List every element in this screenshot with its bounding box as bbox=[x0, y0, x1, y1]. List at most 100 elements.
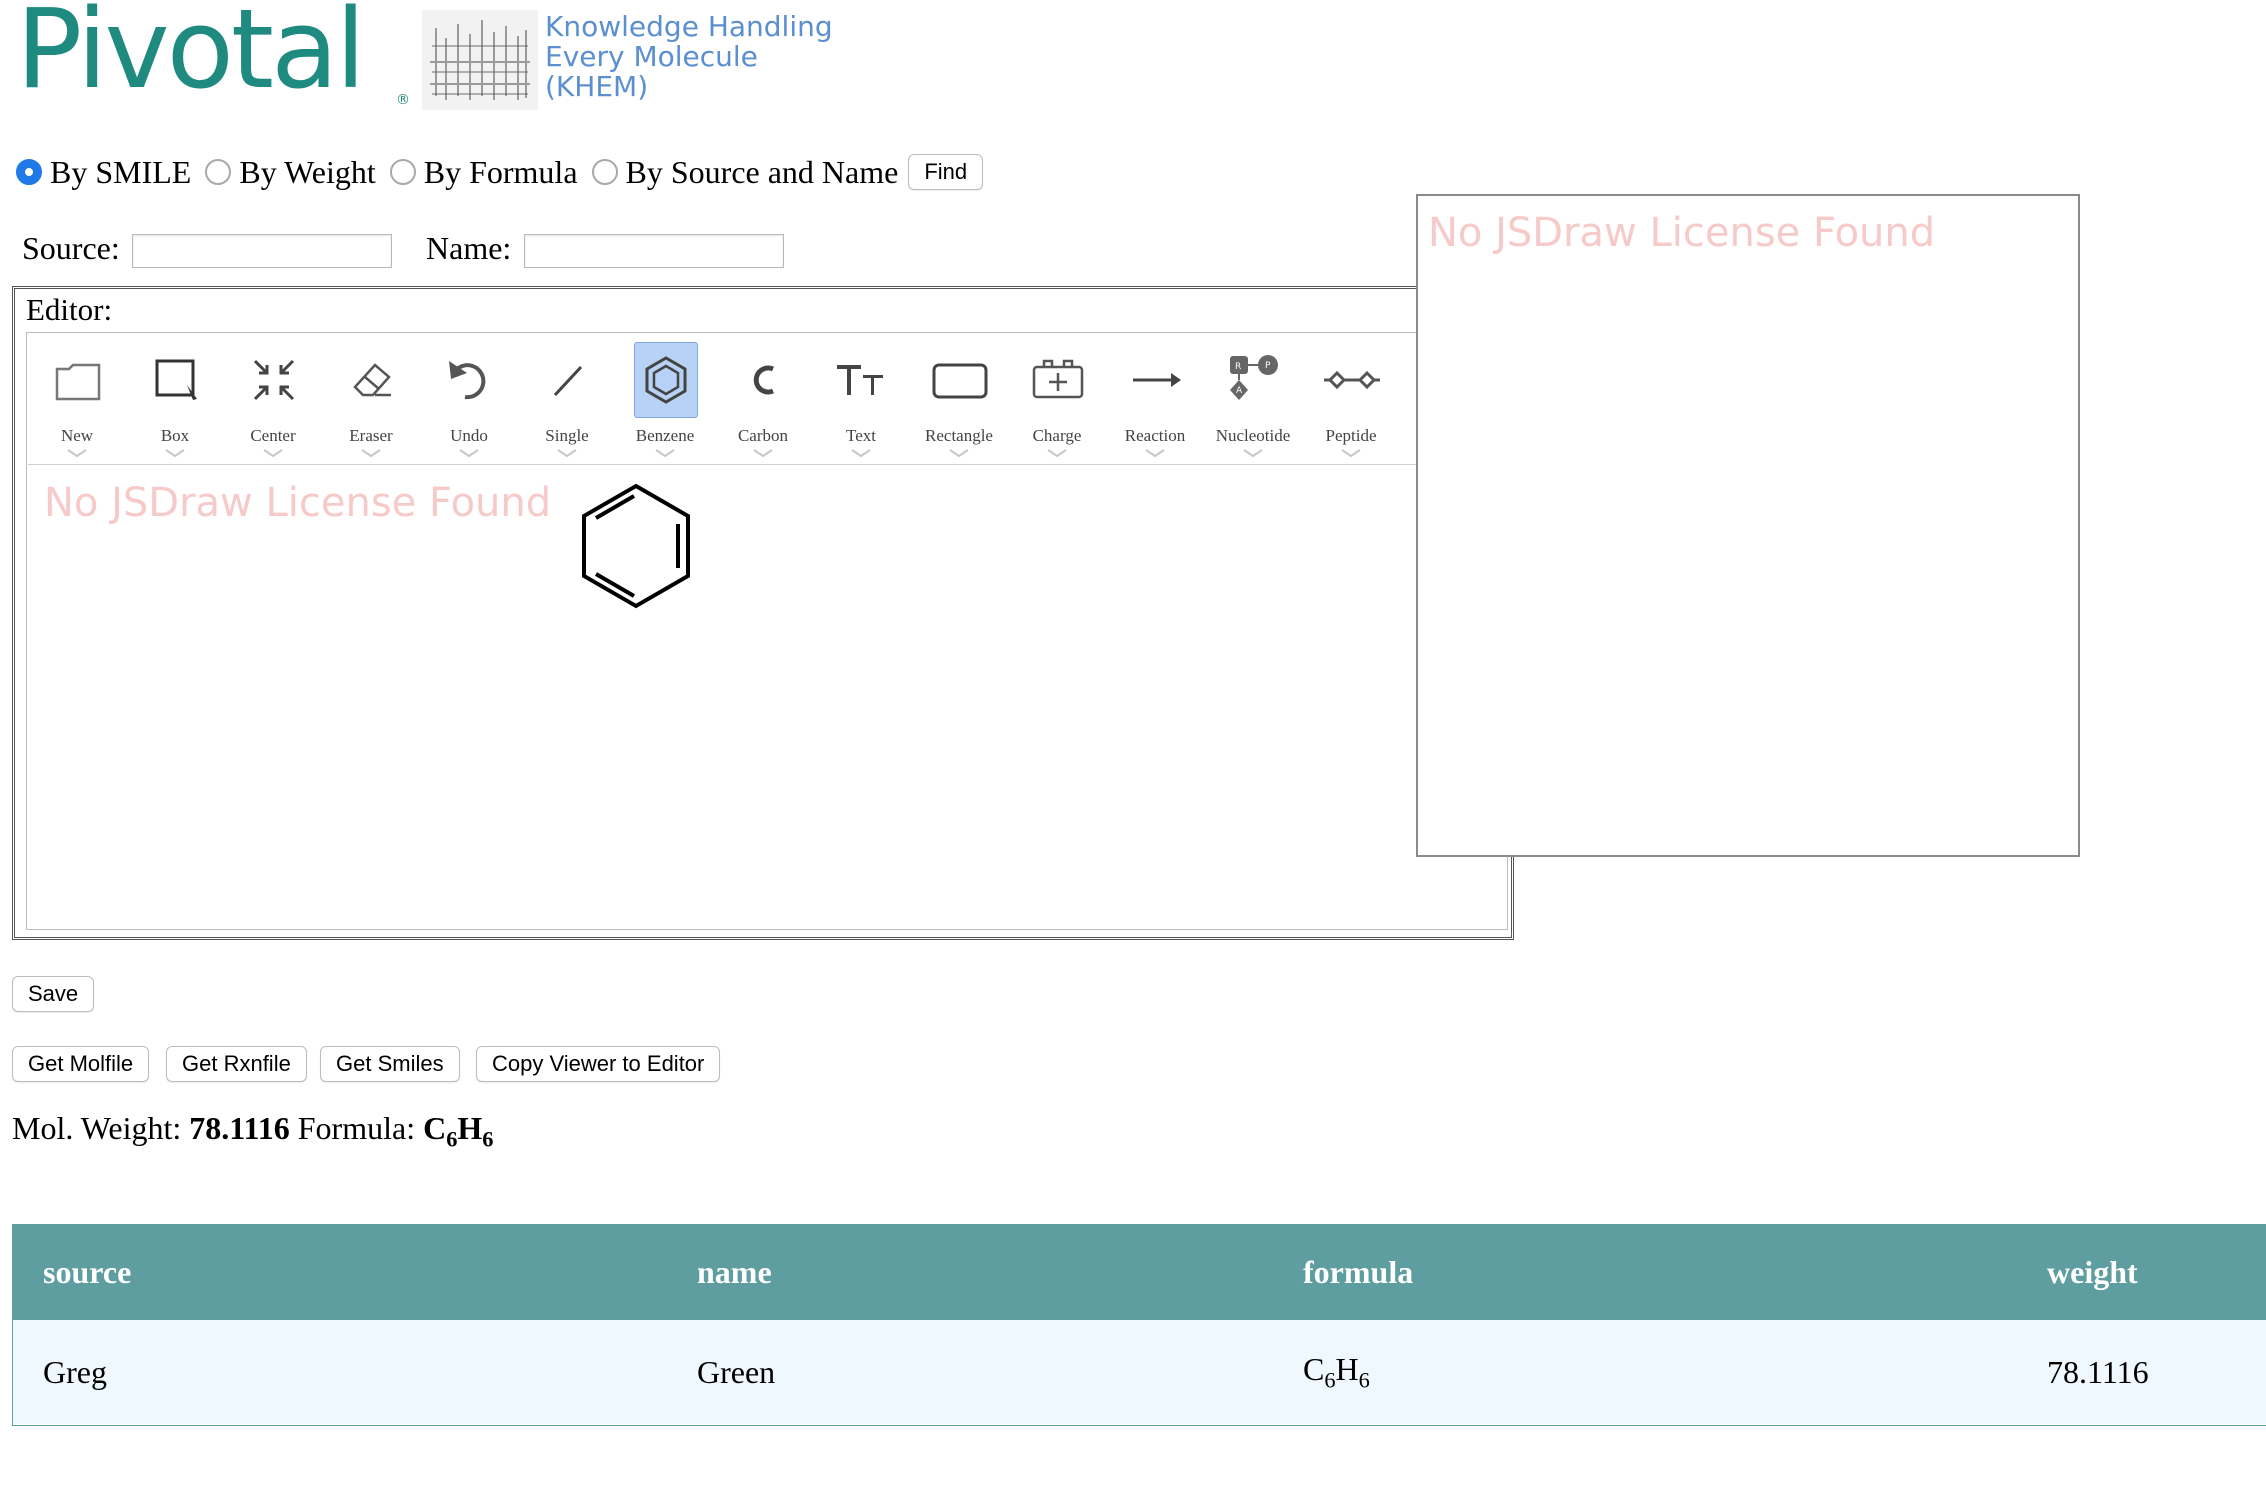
radio-by-smile[interactable] bbox=[16, 159, 42, 185]
name-label: Name: bbox=[426, 230, 512, 266]
box-select-icon bbox=[155, 359, 197, 400]
get-rxnfile-button[interactable]: Get Rxnfile bbox=[166, 1046, 307, 1082]
chevron-down-icon bbox=[949, 449, 969, 458]
tool-label: New bbox=[60, 426, 94, 445]
copy-viewer-to-editor-button[interactable]: Copy Viewer to Editor bbox=[476, 1046, 721, 1082]
svg-text:A: A bbox=[1236, 386, 1243, 396]
tool-eraser[interactable]: Eraser bbox=[322, 336, 420, 464]
svg-text:P: P bbox=[1265, 361, 1271, 371]
column-header-source[interactable]: source bbox=[43, 1224, 131, 1320]
radio-label-by-formula[interactable]: By Formula bbox=[424, 154, 578, 191]
editor-toolbar: New Box Center Eraser Undo Single Benzen… bbox=[28, 336, 1458, 465]
chevron-down-icon bbox=[459, 449, 479, 458]
tool-label: Charge bbox=[1032, 426, 1082, 445]
svg-text:R: R bbox=[1235, 362, 1241, 372]
radio-by-formula[interactable] bbox=[389, 159, 416, 185]
tool-label: Carbon bbox=[737, 426, 789, 445]
cell-weight: 78.1116 bbox=[2047, 1353, 2149, 1390]
chevron-down-icon bbox=[67, 449, 87, 458]
single-bond-icon bbox=[553, 365, 583, 397]
tool-undo[interactable]: Undo bbox=[420, 336, 518, 464]
radio-label-by-smile[interactable]: By SMILE bbox=[50, 154, 191, 191]
cell-name: Green bbox=[697, 1353, 776, 1390]
radio-by-source-and-name[interactable] bbox=[591, 159, 618, 185]
tool-label: Benzene bbox=[635, 426, 695, 445]
pivotal-logo: Pivotal bbox=[16, 0, 366, 113]
benzene-icon bbox=[645, 356, 687, 404]
text-icon bbox=[837, 365, 883, 395]
get-smiles-button[interactable]: Get Smiles bbox=[320, 1046, 460, 1082]
tool-label: Center bbox=[250, 426, 296, 445]
tool-single[interactable]: Single bbox=[518, 336, 616, 464]
chevron-down-icon bbox=[165, 449, 185, 458]
chevron-down-icon bbox=[1341, 449, 1361, 458]
tool-label: Box bbox=[160, 426, 190, 445]
table-header: source name formula weight bbox=[13, 1224, 2266, 1320]
tool-label: Eraser bbox=[349, 426, 393, 445]
source-input[interactable] bbox=[132, 234, 392, 268]
tool-label: Reaction bbox=[1124, 426, 1186, 445]
column-header-formula[interactable]: formula bbox=[1303, 1224, 1413, 1320]
khem-tagline: Knowledge Handling Every Molecule (KHEM) bbox=[545, 12, 833, 102]
center-icon bbox=[253, 359, 295, 401]
new-icon bbox=[55, 363, 101, 401]
chevron-down-icon bbox=[361, 449, 381, 458]
table-row[interactable]: Greg Green C6H6 78.1116 bbox=[13, 1320, 2266, 1424]
tool-peptide[interactable]: Peptide bbox=[1302, 336, 1400, 464]
editor-title: Editor: bbox=[26, 292, 113, 327]
name-input[interactable] bbox=[524, 234, 784, 268]
find-button[interactable]: Find bbox=[908, 154, 984, 190]
reaction-arrow-icon bbox=[1133, 373, 1181, 387]
khem-line-1: Knowledge Handling bbox=[545, 10, 833, 43]
chevron-down-icon bbox=[753, 449, 773, 458]
source-label: Source: bbox=[22, 230, 120, 266]
chevron-down-icon bbox=[655, 449, 675, 458]
mol-weight-value: 78.1116 bbox=[189, 1110, 290, 1146]
radio-label-by-source-and-name[interactable]: By Source and Name bbox=[626, 154, 899, 191]
undo-icon bbox=[449, 361, 486, 400]
chevron-down-icon bbox=[557, 449, 577, 458]
cell-formula: C6H6 bbox=[1303, 1350, 1370, 1393]
search-mode-row: By SMILE By Weight By Formula By Source … bbox=[12, 150, 984, 194]
registered-mark: ® bbox=[396, 92, 410, 108]
cell-source: Greg bbox=[43, 1353, 107, 1390]
khem-line-2: Every Molecule bbox=[545, 40, 758, 73]
tool-text[interactable]: Text bbox=[812, 336, 910, 464]
khem-line-3: (KHEM) bbox=[545, 70, 649, 103]
tool-box[interactable]: Box bbox=[126, 336, 224, 464]
eraser-icon bbox=[353, 363, 391, 397]
tool-nucleotide[interactable]: R P A Nucleotide bbox=[1204, 336, 1302, 464]
tool-center[interactable]: Center bbox=[224, 336, 322, 464]
radio-label-by-weight[interactable]: By Weight bbox=[239, 154, 375, 191]
column-header-weight[interactable]: weight bbox=[2047, 1224, 2138, 1320]
molecule-summary: Mol. Weight: 78.1116 Formula: C6H6 bbox=[12, 1110, 493, 1152]
tool-label: Peptide bbox=[1325, 426, 1377, 445]
tool-reaction[interactable]: Reaction bbox=[1106, 336, 1204, 464]
test-tubes-logo-icon bbox=[422, 10, 538, 110]
column-header-name[interactable]: name bbox=[697, 1224, 772, 1320]
tool-label: Rectangle bbox=[925, 426, 993, 445]
tool-label: Text bbox=[846, 426, 876, 445]
tool-benzene[interactable]: Benzene bbox=[616, 336, 714, 464]
chevron-down-icon bbox=[1047, 449, 1067, 458]
formula-value: C6H6 bbox=[423, 1110, 494, 1152]
tool-carbon[interactable]: Carbon bbox=[714, 336, 812, 464]
tool-label: Undo bbox=[450, 426, 488, 445]
viewer-license-watermark: No JSDraw License Found bbox=[1428, 210, 1936, 256]
charge-icon bbox=[1032, 359, 1084, 399]
results-table: source name formula weight Greg Green C6… bbox=[12, 1224, 2266, 1426]
rectangle-icon bbox=[932, 363, 988, 399]
peptide-icon bbox=[1324, 370, 1380, 390]
mol-weight-label: Mol. Weight: bbox=[12, 1110, 182, 1146]
formula-label: Formula: bbox=[297, 1110, 416, 1146]
tool-charge[interactable]: Charge bbox=[1008, 336, 1106, 464]
benzene-molecule[interactable] bbox=[578, 482, 694, 610]
tool-rectangle[interactable]: Rectangle bbox=[910, 336, 1008, 464]
tool-label: Nucleotide bbox=[1215, 426, 1291, 445]
molecule-viewer[interactable] bbox=[1416, 194, 2080, 857]
tool-new[interactable]: New bbox=[28, 336, 126, 464]
chevron-down-icon bbox=[263, 449, 283, 458]
radio-by-weight[interactable] bbox=[205, 159, 232, 185]
get-molfile-button[interactable]: Get Molfile bbox=[12, 1046, 150, 1082]
save-button[interactable]: Save bbox=[12, 976, 95, 1012]
